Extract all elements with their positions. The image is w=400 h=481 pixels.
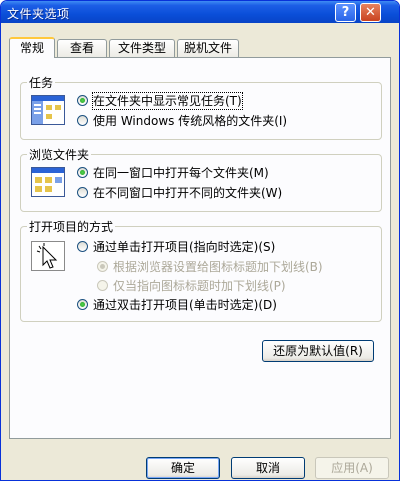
option-label: 在同一窗口中打开每个文件夹(M)	[93, 166, 269, 180]
general-tab-panel: 任务 在文件夹中显示常见任务(T) 使用 Windows 传统风格的文件夹(I)	[9, 57, 391, 439]
tasks-group: 任务 在文件夹中显示常见任务(T) 使用 Windows 传统风格的文件夹(I)	[20, 74, 382, 140]
tab-offline-files[interactable]: 脱机文件	[177, 39, 239, 57]
tab-file-types[interactable]: 文件类型	[109, 39, 175, 57]
option-label: 通过单击打开项目(指向时选定)(S)	[93, 240, 276, 254]
task-pane-icon	[31, 95, 65, 125]
radio-button[interactable]	[97, 261, 108, 272]
tab-label: 文件类型	[117, 41, 166, 55]
tab-view[interactable]: 查看	[57, 39, 107, 57]
browse-window-icon	[31, 167, 65, 197]
restore-defaults-button[interactable]: 还原为默认值(R)	[262, 340, 374, 362]
apply-button[interactable]: 应用(A)	[315, 457, 389, 479]
option-label: 在文件夹中显示常见任务(T)	[92, 92, 243, 110]
radio-button[interactable]	[77, 187, 88, 198]
tasks-group-legend: 任务	[27, 74, 56, 91]
radio-button[interactable]	[77, 167, 88, 178]
tab-label: 脱机文件	[183, 41, 232, 55]
tab-general[interactable]: 常规	[9, 37, 55, 58]
window-title: 文件夹选项	[7, 7, 70, 21]
browse-folders-group: 浏览文件夹 在同一窗口中打开每个文件夹(M) 在不同窗口中打开不同的文件夹(W)	[20, 146, 382, 212]
option-label: 通过双击打开项目(单击时选定)(D)	[93, 298, 277, 312]
click-items-group-legend: 打开项目的方式	[27, 218, 116, 235]
option-label: 使用 Windows 传统风格的文件夹(I)	[93, 114, 288, 128]
close-button[interactable]: ✕	[360, 3, 381, 22]
option-label: 仅当指向图标标题时加下划线(P)	[113, 279, 286, 293]
radio-button[interactable]	[77, 95, 88, 106]
click-items-group: 打开项目的方式 通过单击打开项目(指向时选定)(S) 根据浏览器设置给图标标题加…	[20, 218, 382, 322]
pointer-click-icon	[31, 241, 65, 271]
close-icon: ✕	[365, 5, 376, 20]
tab-label: 常规	[19, 41, 44, 55]
radio-button[interactable]	[97, 280, 108, 291]
help-button[interactable]: ?	[335, 3, 356, 22]
tab-label: 查看	[69, 41, 94, 55]
option-label: 根据浏览器设置给图标标题加下划线(B)	[113, 260, 323, 274]
cancel-button[interactable]: 取消	[231, 457, 305, 479]
browse-folders-group-legend: 浏览文件夹	[27, 146, 92, 163]
option-label: 在不同窗口中打开不同的文件夹(W)	[93, 186, 283, 200]
help-icon: ?	[341, 5, 350, 20]
radio-button[interactable]	[77, 115, 88, 126]
folder-options-dialog: 文件夹选项 ? ✕ 常规 查看 文件类型 脱机文件 任务 在文件夹中显示常见任务…	[0, 0, 400, 481]
title-bar[interactable]: 文件夹选项 ? ✕	[1, 1, 399, 23]
radio-button[interactable]	[77, 241, 88, 252]
ok-button[interactable]: 确定	[146, 457, 220, 479]
radio-button[interactable]	[77, 299, 88, 310]
